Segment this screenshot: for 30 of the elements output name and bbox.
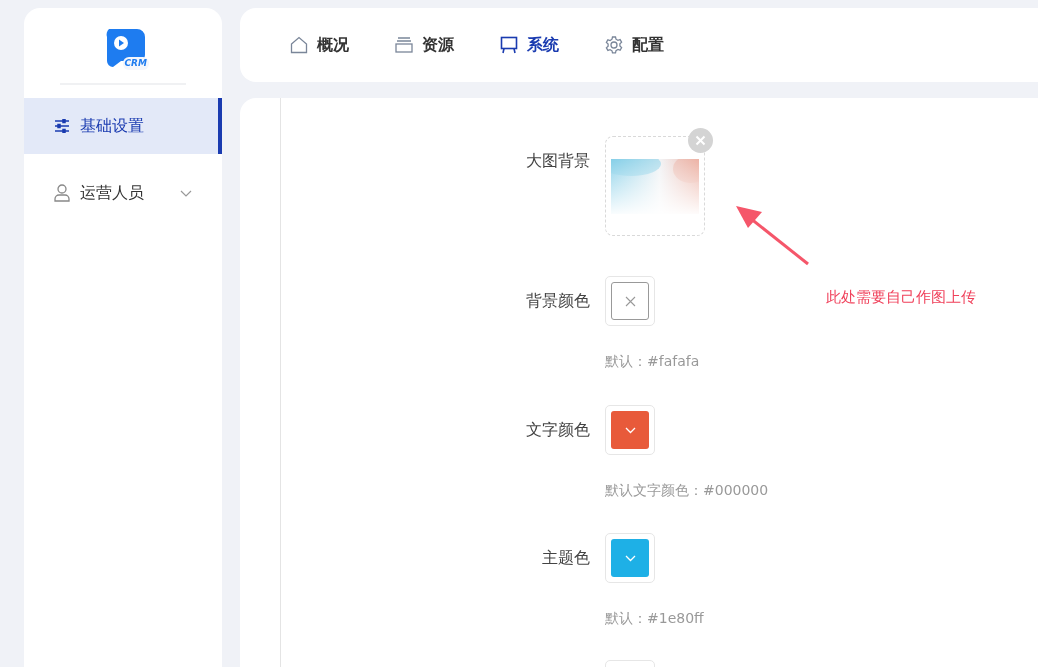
hint-text: 默认：#1e80ff (605, 609, 704, 628)
color-picker[interactable] (605, 276, 655, 326)
nav-tab[interactable]: 配置 (605, 33, 664, 57)
nav-tab[interactable]: 系统 (500, 33, 559, 57)
chevron-down-icon (624, 426, 636, 434)
stack-icon (395, 37, 413, 53)
image-upload[interactable] (605, 136, 705, 236)
color-picker[interactable] (605, 405, 655, 455)
close-button[interactable] (688, 128, 713, 153)
settings-icon (605, 36, 623, 54)
annotation-text: 此处需要自己作图上传 (826, 287, 976, 308)
color-picker[interactable] (605, 533, 655, 583)
chevron-down-icon (624, 554, 636, 562)
close-icon (695, 135, 706, 146)
home-icon (290, 36, 308, 54)
field-label: 文字颜色 (525, 419, 591, 441)
board-icon (500, 36, 518, 54)
field-label: 背景颜色 (525, 290, 591, 312)
hint-text: 默认：#fafafa (605, 352, 700, 371)
hint-text: 默认文字颜色：#000000 (605, 481, 769, 500)
sliders-icon (54, 119, 70, 133)
clear-icon (624, 295, 636, 307)
sidebar-item[interactable]: 基础设置 (24, 98, 222, 154)
sidebar-item[interactable]: 运营人员 (24, 165, 222, 221)
nav-tab[interactable]: 资源 (395, 33, 454, 57)
nav-tab[interactable]: 概况 (290, 33, 349, 57)
field-label: 主题色 (541, 547, 591, 569)
field-label: 大图背景 (525, 150, 591, 172)
arrow-icon (736, 206, 810, 266)
user-icon (54, 184, 70, 202)
